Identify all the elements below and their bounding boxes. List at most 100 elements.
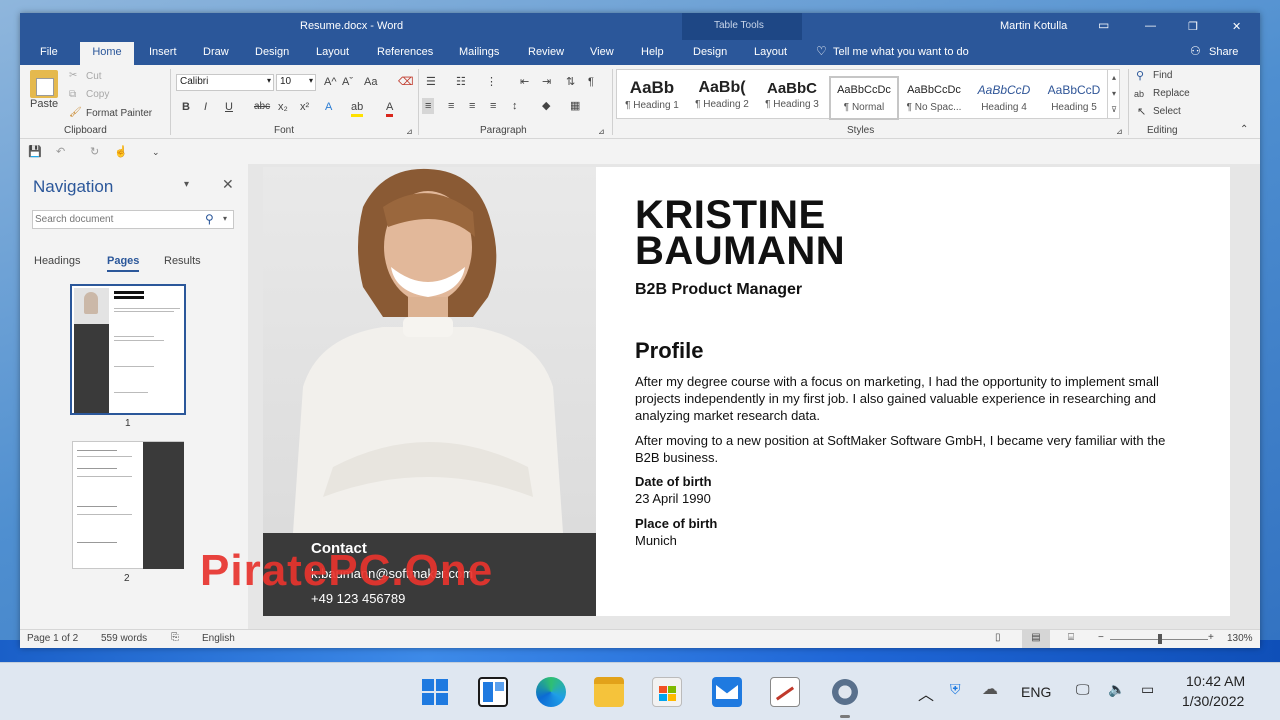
find-button[interactable]: Find	[1153, 70, 1172, 81]
multilevel-list-icon[interactable]: ⋮	[486, 75, 497, 89]
replace-button[interactable]: Replace	[1153, 88, 1190, 99]
tab-insert[interactable]: Insert	[149, 46, 177, 58]
format-painter-button[interactable]: Format Painter	[86, 108, 152, 119]
bullets-icon[interactable]: ☰	[426, 75, 436, 89]
styles-launcher-icon[interactable]: ⊿	[1116, 125, 1123, 139]
tab-file[interactable]: File	[40, 46, 58, 58]
search-icon[interactable]: ⚲	[205, 212, 214, 226]
align-left-icon[interactable]: ≡	[422, 98, 435, 114]
increase-indent-icon[interactable]: ⇥	[542, 75, 551, 89]
subscript-button[interactable]: x₂	[278, 100, 288, 114]
tab-view[interactable]: View	[590, 46, 614, 58]
redo-icon[interactable]: ↻	[90, 145, 99, 159]
tab-layout[interactable]: Layout	[316, 46, 349, 58]
select-icon[interactable]: ↖	[1137, 105, 1146, 119]
style-normal[interactable]: AaBbCcDc ¶ Normal	[829, 76, 899, 120]
font-launcher-icon[interactable]: ⊿	[406, 125, 413, 139]
zoom-out-icon[interactable]: −	[1098, 632, 1104, 643]
tab-design[interactable]: Design	[255, 46, 289, 58]
undo-icon[interactable]: ↶	[56, 145, 65, 159]
show-marks-icon[interactable]: ¶	[588, 75, 594, 89]
web-layout-icon[interactable]: ⌸	[1068, 632, 1074, 643]
nav-options-icon[interactable]: ▾	[184, 179, 189, 190]
nav-close-icon[interactable]: ✕	[222, 176, 234, 193]
volume-icon[interactable]: 🔈	[1108, 681, 1125, 698]
search-document-box[interactable]: ⚲ ▾	[32, 210, 234, 229]
file-explorer-icon[interactable]	[594, 677, 624, 707]
cut-icon[interactable]: ✂	[69, 70, 77, 81]
cut-button[interactable]: Cut	[86, 71, 102, 82]
search-dropdown-icon[interactable]: ▾	[223, 214, 227, 223]
tab-mailings[interactable]: Mailings	[459, 46, 499, 58]
show-hidden-icons[interactable]: ︿	[918, 681, 934, 705]
text-effects-icon[interactable]: A	[325, 100, 332, 114]
ribbon-display-icon[interactable]: ▭	[1098, 18, 1109, 32]
tab-results[interactable]: Results	[164, 255, 201, 267]
page-thumbnail-1[interactable]	[70, 284, 186, 415]
font-family-select[interactable]: Calibri ▾	[176, 74, 274, 91]
paragraph-launcher-icon[interactable]: ⊿	[598, 125, 605, 139]
input-language[interactable]: ENG	[1021, 684, 1051, 700]
borders-icon[interactable]: ▦	[570, 99, 580, 113]
select-button[interactable]: Select	[1153, 106, 1181, 117]
save-icon[interactable]: 💾	[28, 145, 42, 159]
tab-headings[interactable]: Headings	[34, 255, 80, 267]
tab-help[interactable]: Help	[641, 46, 664, 58]
page-thumbnail-2[interactable]	[72, 441, 184, 569]
customize-qat-icon[interactable]: ⌄	[152, 145, 160, 159]
tell-me-box[interactable]: Tell me what you want to do	[833, 46, 969, 58]
italic-button[interactable]: I	[204, 100, 207, 114]
align-center-icon[interactable]: ≡	[448, 99, 454, 113]
format-painter-icon[interactable]: 🖌	[69, 107, 82, 118]
edge-icon[interactable]	[536, 677, 566, 707]
network-icon[interactable]: 🖵	[1076, 681, 1090, 698]
tab-table-layout[interactable]: Layout	[754, 46, 787, 58]
start-icon[interactable]	[420, 677, 450, 707]
line-spacing-icon[interactable]: ↕	[512, 99, 518, 113]
read-mode-icon[interactable]: ▯	[995, 632, 1001, 643]
styles-scroll[interactable]: ▴ ▾ ⊽	[1107, 70, 1120, 118]
clear-formatting-icon[interactable]: ⌫	[398, 75, 414, 89]
word-count[interactable]: 559 words	[101, 633, 147, 644]
close-button[interactable]: ✕	[1232, 20, 1241, 33]
share-button[interactable]: Share	[1209, 46, 1238, 58]
zoom-in-icon[interactable]: +	[1208, 632, 1214, 643]
numbering-icon[interactable]: ☷	[456, 75, 466, 89]
restore-button[interactable]: ❐	[1188, 20, 1198, 33]
print-layout-icon[interactable]: ▤	[1022, 630, 1050, 648]
mail-icon[interactable]	[712, 677, 742, 707]
profile-photo[interactable]	[263, 167, 596, 533]
tab-pages[interactable]: Pages	[107, 255, 140, 272]
widgets-icon[interactable]	[478, 677, 508, 707]
clock-time[interactable]: 10:42 AM	[1186, 673, 1245, 689]
grow-font-icon[interactable]: A^	[324, 75, 337, 89]
style-heading-1[interactable]: AaBb ¶ Heading 1	[617, 76, 687, 120]
align-right-icon[interactable]: ≡	[469, 99, 475, 113]
tab-table-design[interactable]: Design	[693, 46, 727, 58]
tab-draw[interactable]: Draw	[203, 46, 229, 58]
tab-home[interactable]: Home	[80, 42, 134, 65]
language-status[interactable]: English	[202, 633, 235, 644]
replace-icon[interactable]: ab	[1134, 87, 1144, 101]
strikethrough-button[interactable]: abc	[254, 100, 270, 114]
paste-icon[interactable]	[30, 70, 58, 98]
tab-review[interactable]: Review	[528, 46, 564, 58]
style-heading-5[interactable]: AaBbCcD Heading 5	[1039, 76, 1109, 120]
settings-gear-icon[interactable]	[830, 677, 860, 707]
highlight-icon[interactable]: ab	[351, 100, 364, 117]
shrink-font-icon[interactable]: Aˇ	[342, 75, 353, 89]
bold-button[interactable]: B	[182, 100, 190, 114]
change-case-icon[interactable]: Aa	[364, 75, 377, 89]
justify-icon[interactable]: ≡	[490, 99, 496, 113]
search-input[interactable]	[35, 212, 195, 227]
touch-mode-icon[interactable]: ☝	[114, 145, 128, 159]
superscript-button[interactable]: x²	[300, 100, 309, 114]
minimize-button[interactable]: —	[1145, 20, 1156, 32]
decrease-indent-icon[interactable]: ⇤	[520, 75, 529, 89]
store-icon[interactable]	[652, 677, 682, 707]
user-name[interactable]: Martin Kotulla	[1000, 20, 1067, 32]
style-heading-2[interactable]: AaBb(¶ Heading 2	[687, 76, 757, 120]
paint-app-icon[interactable]	[770, 677, 800, 707]
underline-button[interactable]: U	[225, 100, 233, 114]
battery-icon[interactable]: ▭	[1141, 681, 1154, 698]
